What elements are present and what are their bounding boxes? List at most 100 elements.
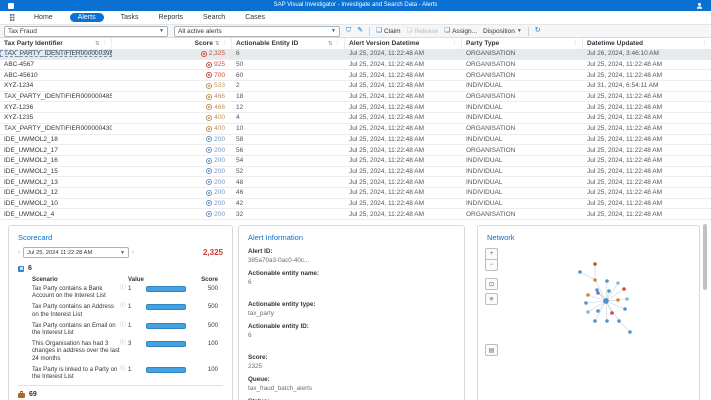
- column-header-actionable-entity-id[interactable]: Actionable Entity ID ⇅ ⋮: [232, 38, 345, 49]
- info-icon[interactable]: ⓘ: [120, 285, 128, 291]
- table-row[interactable]: ABC-456792550Jul 25, 2024, 11:22:48 AMOR…: [0, 60, 711, 71]
- table-row[interactable]: IDE_UWMOL2_1620054Jul 25, 2024, 11:22:48…: [0, 156, 711, 167]
- refresh-icon[interactable]: ↻: [535, 27, 541, 35]
- network-graph[interactable]: [498, 236, 688, 386]
- zoom-fit-button[interactable]: ⊡: [485, 278, 498, 290]
- network-node[interactable]: [596, 291, 600, 295]
- claim-button[interactable]: ❏ Claim: [376, 28, 400, 35]
- scorecard-group-header[interactable]: 69: [18, 391, 223, 398]
- network-node[interactable]: [605, 279, 609, 283]
- network-node[interactable]: [593, 278, 597, 282]
- network-node[interactable]: [593, 262, 597, 266]
- cell-datetime-updated: Jul 25, 2024, 11:22:48 AM: [583, 61, 711, 68]
- table-row[interactable]: IDE_UWMOL2_1020042Jul 25, 2024, 11:22:48…: [0, 199, 711, 210]
- layout-button[interactable]: ✳: [485, 293, 498, 305]
- export-image-button[interactable]: ▤: [485, 344, 498, 356]
- queue-select[interactable]: Tax Fraud ▼: [4, 26, 168, 37]
- column-menu-icon[interactable]: ⋮: [573, 41, 579, 47]
- info-icon[interactable]: ⓘ: [120, 340, 128, 346]
- sort-icon[interactable]: ⇅: [215, 41, 220, 47]
- table-row[interactable]: TAX_PARTY_IDENTIFIER000000485046618Jul 2…: [0, 92, 711, 103]
- network-node[interactable]: [578, 270, 582, 274]
- sort-icon[interactable]: ⇅: [328, 41, 333, 47]
- table-row[interactable]: XYZ-12345332Jul 25, 2024, 11:22:48 AMIND…: [0, 81, 711, 92]
- column-menu-icon[interactable]: ⋮: [452, 41, 458, 47]
- scorecard-version-select[interactable]: Jul 25, 2024 11:22:28 AM ▼: [23, 247, 129, 258]
- table-row[interactable]: ABC-4561070060Jul 25, 2024, 11:22:48 AMO…: [0, 70, 711, 81]
- save-view-icon[interactable]: ⛉: [346, 27, 351, 35]
- nav-item-tasks[interactable]: Tasks: [118, 13, 142, 22]
- page-scrollbar[interactable]: [703, 224, 707, 290]
- nav-item-home[interactable]: Home: [31, 13, 56, 22]
- assign-button[interactable]: ❏ Assign...: [444, 28, 477, 35]
- info-icon[interactable]: ⓘ: [120, 303, 128, 309]
- network-node[interactable]: [617, 319, 621, 323]
- column-menu-icon[interactable]: ⋮: [222, 41, 228, 47]
- window-title: SAP Visual Investigator - Investigate an…: [0, 0, 711, 11]
- release-button[interactable]: ❏ Release: [407, 28, 439, 35]
- network-node[interactable]: [607, 289, 611, 293]
- cell-score: 200: [112, 168, 232, 175]
- network-node[interactable]: [593, 319, 597, 323]
- network-node[interactable]: [604, 299, 609, 304]
- info-icon[interactable]: ⓘ: [120, 366, 128, 372]
- table-row[interactable]: IDE_UWMOL2_1220046Jul 25, 2024, 11:22:48…: [0, 188, 711, 199]
- table-row[interactable]: IDE_UWMOL2_420032Jul 25, 2024, 11:22:48 …: [0, 209, 711, 220]
- network-node[interactable]: [616, 281, 620, 285]
- nav-item-alerts[interactable]: Alerts: [70, 13, 104, 22]
- network-node[interactable]: [610, 311, 614, 315]
- network-node[interactable]: [622, 287, 626, 291]
- scorecard-group-header[interactable]: 6: [18, 265, 223, 272]
- cell-actionable-entity-id: 52: [232, 168, 345, 175]
- user-avatar-icon[interactable]: [696, 2, 703, 9]
- nav-item-reports[interactable]: Reports: [156, 13, 187, 22]
- app-grid-icon[interactable]: [10, 14, 17, 21]
- table-row[interactable]: IDE_UWMOL2_1520052Jul 25, 2024, 11:22:48…: [0, 167, 711, 178]
- cell-alert-version-datetime: Jul 25, 2024, 11:22:48 AM: [345, 104, 462, 111]
- cell-party-type: INDIVIDUAL: [462, 189, 583, 196]
- disposition-menu-button[interactable]: Disposition ▼: [483, 28, 522, 35]
- network-node[interactable]: [625, 297, 629, 301]
- view-select[interactable]: All active alerts ▼: [174, 26, 340, 37]
- network-node[interactable]: [623, 307, 627, 311]
- table-row[interactable]: IDE_UWMOL2_1320048Jul 25, 2024, 11:22:48…: [0, 177, 711, 188]
- table-row[interactable]: IDE_UWMOL2_1820058Jul 25, 2024, 11:22:48…: [0, 135, 711, 146]
- column-header-score[interactable]: Score ⇅ ⋮: [112, 38, 232, 49]
- scenario-row: Tax Party contains an Email on the Inter…: [18, 322, 223, 336]
- table-row[interactable]: IDE_UWMOL2_1720056Jul 25, 2024, 11:22:48…: [0, 145, 711, 156]
- column-menu-icon[interactable]: ⋮: [102, 41, 108, 47]
- info-icon[interactable]: ⓘ: [120, 322, 128, 328]
- prev-version-button[interactable]: ‹: [18, 250, 20, 256]
- network-node[interactable]: [586, 293, 590, 297]
- column-menu-icon[interactable]: ⋮: [335, 41, 341, 47]
- cell-score: 400: [112, 114, 232, 121]
- table-row[interactable]: TAX_PARTY_IDENTIFIER00000039852,3256Jul …: [0, 49, 711, 60]
- cell-datetime-updated: Jul 25, 2024, 11:22:48 AM: [583, 211, 711, 218]
- network-node[interactable]: [628, 330, 632, 334]
- cell-score: 200: [112, 200, 232, 207]
- column-menu-icon[interactable]: ⋮: [702, 41, 708, 47]
- network-node[interactable]: [596, 309, 600, 313]
- zoom-in-button[interactable]: +: [485, 248, 498, 260]
- network-node[interactable]: [616, 298, 620, 302]
- cell-datetime-updated: Jul 25, 2024, 11:22:48 AM: [583, 125, 711, 132]
- edit-filter-icon[interactable]: ✎: [357, 27, 363, 35]
- network-node[interactable]: [605, 319, 609, 323]
- cell-actionable-entity-id: 58: [232, 136, 345, 143]
- network-node[interactable]: [586, 310, 590, 314]
- column-header-party-type[interactable]: Party Type ⋮: [462, 38, 583, 49]
- cell-actionable-entity-id: 6: [232, 50, 345, 57]
- zoom-out-button[interactable]: −: [485, 260, 498, 271]
- column-header-tax-party-identifier[interactable]: Tax Party Identifier ⇅ ⋮: [0, 38, 112, 49]
- score-severity-icon: [206, 147, 212, 153]
- nav-item-search[interactable]: Search: [200, 13, 228, 22]
- table-row[interactable]: XYZ-123646612Jul 25, 2024, 11:22:48 AMIN…: [0, 102, 711, 113]
- table-row[interactable]: TAX_PARTY_IDENTIFIER000000430140010Jul 2…: [0, 124, 711, 135]
- network-node[interactable]: [584, 301, 588, 305]
- nav-item-cases[interactable]: Cases: [242, 13, 268, 22]
- column-header-alert-version-datetime[interactable]: Alert Version Datetime ⋮: [345, 38, 462, 49]
- next-version-button[interactable]: ›: [132, 250, 134, 256]
- column-header-datetime-updated[interactable]: Datetime Updated ⋮: [583, 38, 711, 49]
- table-row[interactable]: XYZ-12354004Jul 25, 2024, 11:22:48 AMIND…: [0, 113, 711, 124]
- sort-icon[interactable]: ⇅: [95, 41, 100, 47]
